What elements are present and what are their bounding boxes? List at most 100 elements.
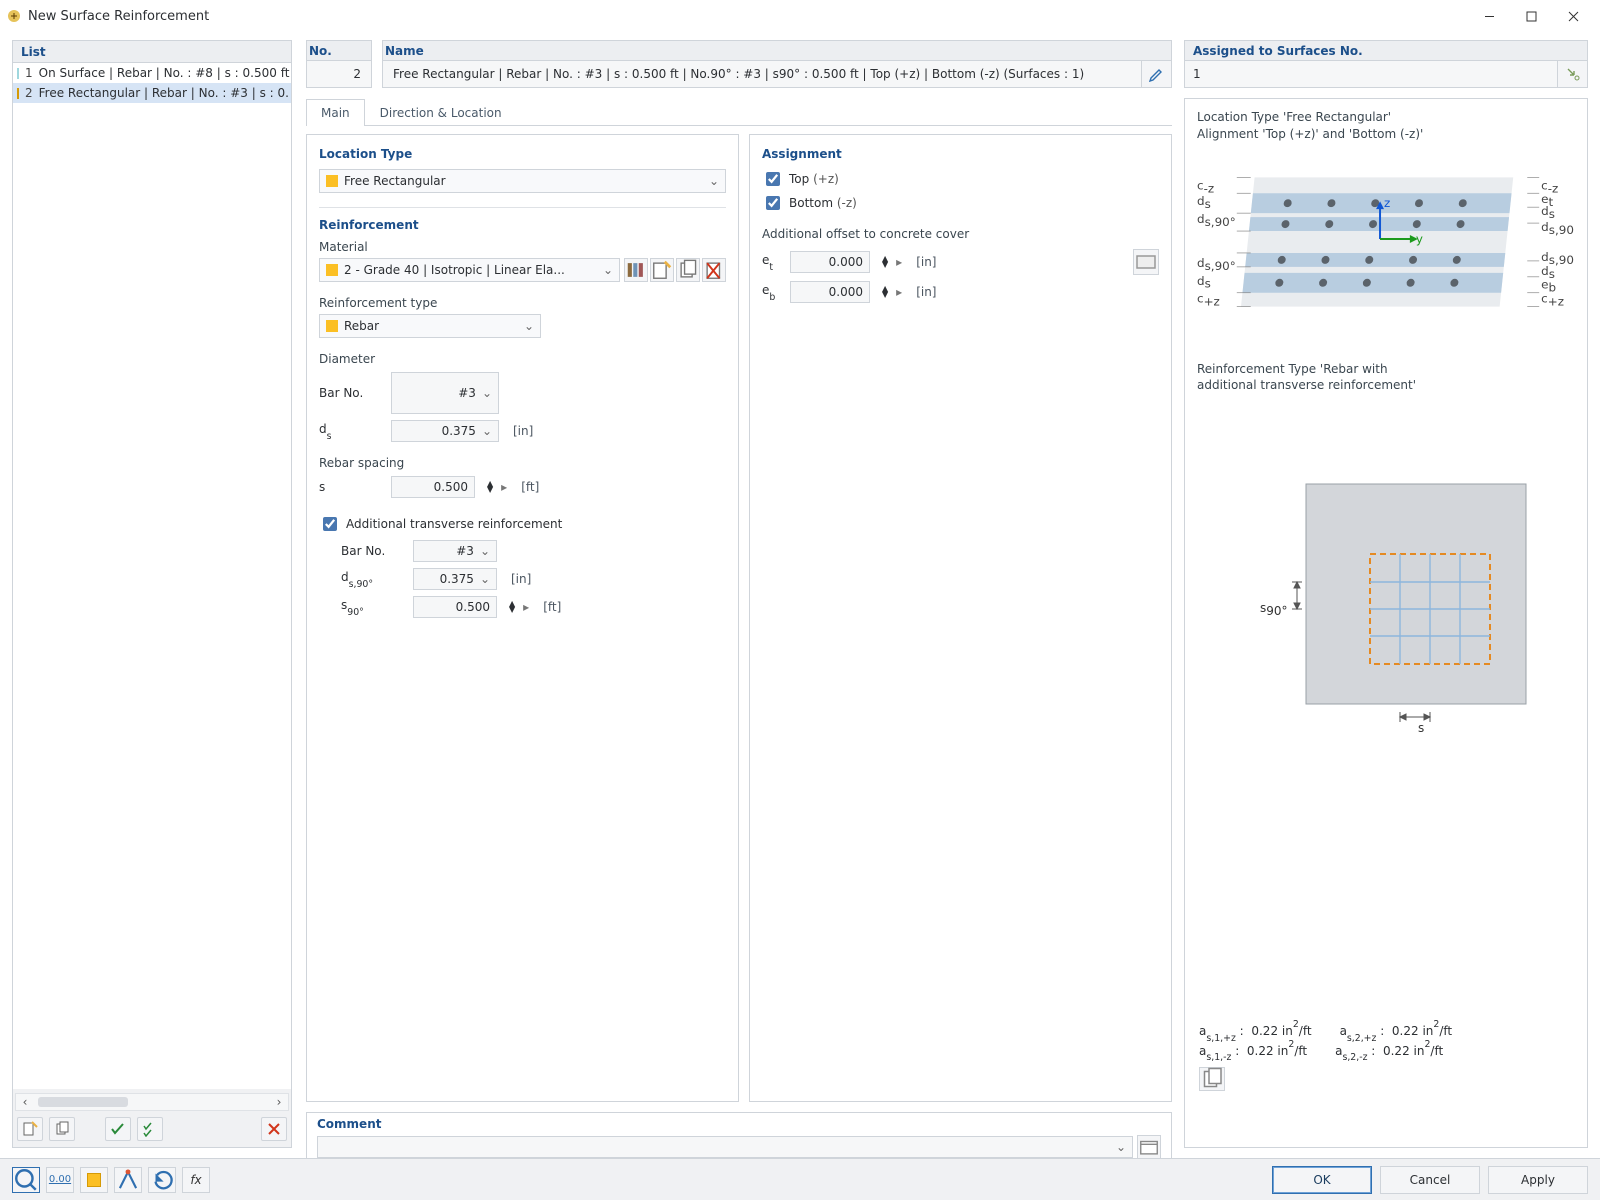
library-icon[interactable] — [624, 258, 648, 282]
additional-transverse-checkbox[interactable] — [323, 517, 337, 531]
spinner-icon[interactable]: ▲▼ — [882, 256, 888, 268]
scroll-thumb[interactable] — [38, 1097, 128, 1107]
edit-name-button[interactable] — [1142, 60, 1172, 88]
chevron-down-icon: ⌄ — [1116, 1140, 1126, 1154]
et-input[interactable]: 0.000 — [790, 251, 870, 273]
copy-readout-button[interactable] — [1199, 1067, 1225, 1091]
svg-text:c+z: c+z — [1197, 291, 1220, 308]
step-right-icon[interactable]: ▸ — [896, 285, 902, 299]
tab-main[interactable]: Main — [306, 99, 365, 126]
units-button[interactable]: 0.00 — [46, 1167, 74, 1193]
assigned-pick-button[interactable] — [1558, 60, 1588, 88]
new-button[interactable] — [17, 1117, 43, 1141]
step-right-icon[interactable]: ▸ — [501, 480, 507, 494]
minimize-button[interactable] — [1468, 2, 1510, 30]
assignment-title: Assignment — [762, 147, 1159, 161]
no-input[interactable] — [306, 60, 372, 88]
footer: 0.00 fx OK Cancel Apply — [0, 1158, 1600, 1200]
top-checkbox[interactable] — [766, 172, 780, 186]
spinner-icon[interactable]: ▲▼ — [882, 286, 888, 298]
material-label: Material — [319, 240, 726, 254]
color-swatch-icon — [326, 175, 338, 187]
ds-label: ds — [319, 422, 383, 439]
refresh-button[interactable] — [148, 1167, 176, 1193]
location-type-select[interactable]: Free Rectangular ⌄ — [319, 169, 726, 193]
color-swatch-icon — [326, 320, 338, 332]
comment-browse-button[interactable] — [1137, 1135, 1161, 1159]
tabs: Main Direction & Location — [306, 98, 1172, 126]
assigned-input[interactable] — [1184, 60, 1558, 88]
right-panel: Assigned to Surfaces No. Location Type '… — [1184, 40, 1588, 1148]
ds90-input[interactable]: 0.375⌄ — [413, 568, 497, 590]
maximize-button[interactable] — [1510, 2, 1552, 30]
material-value: 2 - Grade 40 | Isotropic | Linear Ela... — [344, 263, 565, 277]
reinforcement-type-select[interactable]: Rebar ⌄ — [319, 314, 541, 338]
step-right-icon[interactable]: ▸ — [523, 600, 529, 614]
scroll-right-icon[interactable]: › — [270, 1094, 288, 1110]
chevron-down-icon: ⌄ — [480, 572, 490, 586]
comment-input[interactable]: ⌄ — [317, 1136, 1133, 1158]
ok-button[interactable]: OK — [1272, 1166, 1372, 1194]
svg-text:ds: ds — [1541, 204, 1555, 221]
ds-input[interactable]: 0.375⌄ — [391, 420, 499, 442]
list: 1 On Surface | Rebar | No. : #8 | s : 0.… — [13, 63, 291, 1089]
cancel-button[interactable]: Cancel — [1380, 1166, 1480, 1194]
bar-no-select[interactable]: #3⌄ — [391, 372, 499, 414]
list-item[interactable]: 1 On Surface | Rebar | No. : #8 | s : 0.… — [13, 63, 291, 83]
name-input[interactable] — [382, 60, 1142, 88]
offset-settings-button[interactable] — [1133, 249, 1159, 275]
et-value: 0.000 — [829, 255, 863, 269]
additional-transverse-label: Additional transverse reinforcement — [346, 517, 562, 531]
s-label: s — [319, 480, 383, 494]
help-button[interactable] — [12, 1167, 40, 1193]
assignment-column: Assignment Top (+z) Bottom (-z) Addition… — [749, 134, 1172, 1102]
s90-value: 0.500 — [456, 600, 490, 614]
eb-unit: [in] — [916, 285, 936, 299]
show-color-button[interactable] — [80, 1167, 108, 1193]
location-type-title: Location Type — [319, 147, 726, 161]
step-right-icon[interactable]: ▸ — [896, 255, 902, 269]
no-label: No. — [306, 40, 372, 60]
scroll-left-icon[interactable]: ‹ — [16, 1094, 34, 1110]
list-scrollbar[interactable]: ‹ › — [15, 1093, 289, 1111]
chevron-down-icon: ⌄ — [482, 424, 492, 438]
reinforcement-type-value: Rebar — [344, 319, 379, 333]
atr-bar-no-select[interactable]: #3⌄ — [413, 540, 497, 562]
copy-button[interactable] — [49, 1117, 75, 1141]
atr-bar-no-label: Bar No. — [341, 544, 405, 558]
svg-text:ds: ds — [1197, 194, 1211, 211]
figure2-caption-line2: additional transverse reinforcement' — [1197, 377, 1575, 394]
main-panel: No. Name Main Direction & Location Locat… — [306, 40, 1172, 1148]
check-button[interactable] — [105, 1117, 131, 1141]
figure-panel: Location Type 'Free Rectangular' Alignme… — [1184, 98, 1588, 1148]
new-material-icon[interactable] — [650, 258, 674, 282]
figure1-diagram: z y c-z ds ds,90° ds,90° ds c+z c-z et d… — [1197, 157, 1575, 327]
check-multi-button[interactable] — [137, 1117, 163, 1141]
spinner-icon[interactable]: ▲▼ — [509, 601, 515, 613]
color-swatch-icon — [326, 264, 338, 276]
list-panel: List 1 On Surface | Rebar | No. : #8 | s… — [12, 40, 292, 1148]
fx-button[interactable]: fx — [182, 1167, 210, 1193]
copy-material-icon[interactable] — [676, 258, 700, 282]
tab-direction-location[interactable]: Direction & Location — [365, 99, 517, 126]
reinforcement-title: Reinforcement — [319, 207, 726, 232]
s90-input[interactable]: 0.500 — [413, 596, 497, 618]
eb-input[interactable]: 0.000 — [790, 281, 870, 303]
material-select[interactable]: 2 - Grade 40 | Isotropic | Linear Ela...… — [319, 258, 620, 282]
s-input[interactable]: 0.500 — [391, 476, 475, 498]
ds-unit: [in] — [513, 424, 533, 438]
figure1-caption-line1: Location Type 'Free Rectangular' — [1197, 109, 1575, 126]
list-index: 2 — [25, 86, 33, 100]
list-item[interactable]: 2 Free Rectangular | Rebar | No. : #3 | … — [13, 83, 291, 103]
spinner-icon[interactable]: ▲▼ — [487, 481, 493, 493]
viewer-button[interactable] — [114, 1167, 142, 1193]
bottom-checkbox[interactable] — [766, 196, 780, 210]
svg-text:ds,90°: ds,90° — [1197, 255, 1236, 272]
list-label: Free Rectangular | Rebar | No. : #3 | s … — [39, 86, 289, 100]
svg-text:y: y — [1416, 232, 1423, 246]
apply-button[interactable]: Apply — [1488, 1166, 1588, 1194]
list-header: List — [13, 41, 291, 63]
close-button[interactable] — [1552, 2, 1594, 30]
delete-material-icon[interactable] — [702, 258, 726, 282]
delete-button[interactable] — [261, 1117, 287, 1141]
